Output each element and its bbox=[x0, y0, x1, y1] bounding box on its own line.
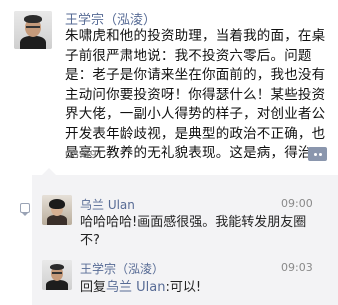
reply-prefix: 回复 bbox=[80, 280, 107, 295]
comment-box-caret bbox=[42, 168, 56, 175]
comment-time: 09:00 bbox=[281, 197, 313, 210]
post-text: 朱啸虎和他的投资助理，当着我的面，在桌子前很严肃地说：我不投资六零后。问题是：老… bbox=[65, 28, 326, 161]
comment-avatar[interactable] bbox=[42, 195, 72, 225]
comment-time: 09:03 bbox=[281, 261, 313, 274]
post-time: 08:59 bbox=[65, 148, 97, 161]
comment-avatar[interactable] bbox=[42, 260, 72, 290]
post-author-name[interactable]: 王学宗（泓淩） bbox=[65, 9, 156, 28]
comment-reply-text: 回复乌兰 Ulan:可以! bbox=[80, 279, 316, 297]
more-dots-icon[interactable] bbox=[308, 147, 327, 161]
comment-author-name[interactable]: 乌兰 Ulan bbox=[80, 196, 135, 213]
comment-text: 哈哈哈哈!画面感很强。我能转发朋友圈不? bbox=[80, 215, 307, 248]
reply-body: :可以! bbox=[165, 280, 202, 295]
comment-author-name[interactable]: 王学宗（泓淩） bbox=[80, 260, 164, 277]
reply-to-name[interactable]: 乌兰 Ulan bbox=[106, 280, 165, 295]
comment-bubble-icon bbox=[20, 203, 30, 216]
post-author-avatar[interactable] bbox=[14, 11, 52, 49]
